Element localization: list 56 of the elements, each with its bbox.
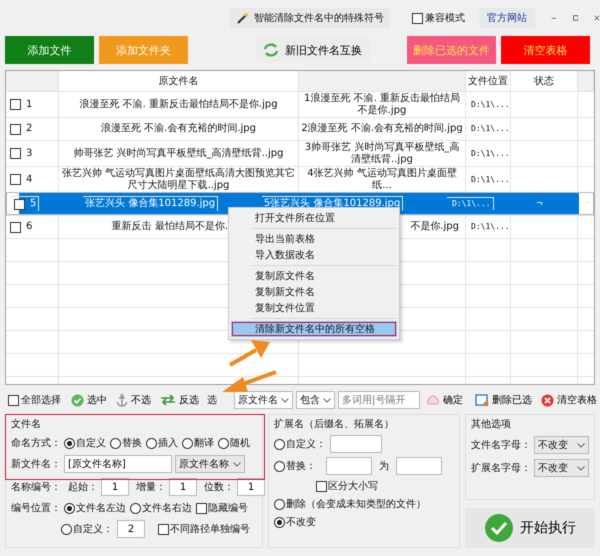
field-label: 名称编号：	[11, 480, 61, 494]
file-name: 4张艺兴帅 气运动写真图片桌面壁纸...	[306, 168, 458, 191]
radio-label: 文件名右边	[142, 502, 192, 515]
file-location: D:\1\...	[471, 222, 510, 232]
radio-label: 自定义：	[286, 438, 326, 451]
file-name: 浪漫至死 不渝. 重新反击最怕结局不是你.jpg	[79, 98, 278, 110]
row-number: 1	[26, 98, 32, 110]
file-location: D:\1\...	[471, 148, 510, 158]
radio-label: 翻译	[194, 436, 214, 450]
panel-title: 文件名	[11, 418, 42, 431]
checkbox-label: 不同路径单独编号	[170, 522, 250, 536]
file-name: 3帅哥张艺 兴时尚写真平板壁纸_高清壁纸背..jpg	[304, 142, 460, 165]
file-location: D:\1\...	[471, 174, 510, 184]
row-number: 5	[30, 198, 36, 210]
file-location: D:\1\...	[452, 199, 490, 209]
radio-label: 自定义	[76, 436, 106, 450]
filter-label: 选	[207, 394, 217, 407]
field-label: 编号位置：	[11, 502, 61, 515]
radio-label: 文件名左边	[76, 502, 126, 515]
file-name: 不是你.jpg	[410, 221, 459, 233]
field-label: 扩展名字母：	[471, 462, 531, 475]
field-label: 增量：	[136, 481, 166, 494]
row-number: 6	[26, 221, 32, 233]
field-label: 新文件名：	[11, 458, 61, 471]
row-number: 2	[26, 123, 32, 135]
row-number: 4	[26, 174, 32, 186]
checkbox-label: 隐藏编号	[208, 502, 248, 515]
file-location: D:\1\...	[471, 100, 510, 110]
file-name: 张艺兴头 像合集101289.jpg	[85, 198, 216, 210]
field-label: 文件名字母：	[471, 438, 531, 452]
field-label: 起始：	[68, 480, 98, 494]
file-name: 张艺兴帅 气运动写真图片桌面壁纸高清大图预览其它尺寸大陆明星下载..jpg	[61, 168, 296, 191]
radio-label: 替换：	[286, 460, 316, 473]
file-name: 2浪漫至死 不渝.会有充裕的时间.jpg	[301, 123, 463, 135]
checkbox-label: 全部选择	[21, 394, 61, 407]
file-name: 重新反击 最怕结局不是你.	[112, 221, 228, 233]
file-name: 帅哥张艺 兴时尚写真平板壁纸_高清壁纸背..jpg	[73, 148, 284, 160]
field-label: 为	[379, 460, 389, 473]
panel-title: 其他选项	[471, 418, 512, 431]
file-location: D:\1\...	[471, 124, 510, 134]
file-name: 浪漫至死 不渝.会有充裕的时间.jpg	[100, 123, 256, 135]
row-number: 3	[26, 148, 32, 160]
checkbox-label: 兼容模式	[425, 12, 465, 25]
radio-label: 替换	[122, 436, 142, 450]
field-label: 位数：	[204, 481, 234, 494]
checkbox-label: 区分大小写	[328, 480, 378, 493]
panel-title: 扩展名（后缀名、拓展名）	[274, 418, 395, 431]
radio-label: 插入	[158, 436, 178, 450]
radio-label: 随机	[230, 436, 250, 450]
field-label: 命名方式：	[11, 436, 61, 450]
radio-label: 自定义：	[73, 522, 113, 536]
radio-label: 删除（会变成未知类型的文件）	[286, 498, 426, 511]
file-name: 5张艺兴头 像合集101289.jpg	[264, 198, 400, 210]
file-name: 1浪漫至死 不渝. 重新反击最怕结局不是你.jpg	[303, 93, 461, 116]
title-text: 智能清除文件名中的特殊符号	[254, 12, 384, 25]
radio-label: 不改变	[286, 516, 316, 529]
